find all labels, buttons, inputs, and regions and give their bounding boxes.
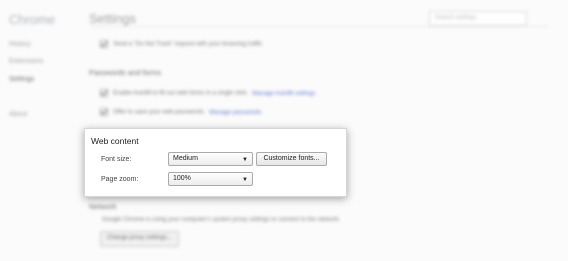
dnt-checkbox-row[interactable]: Send a "Do Not Track" request with your … bbox=[100, 40, 262, 48]
passwords-heading: Passwords and forms bbox=[89, 68, 162, 77]
app-title: Chrome bbox=[9, 12, 56, 27]
sidebar-item-settings[interactable]: Settings bbox=[9, 76, 34, 83]
autofill-checkbox-row[interactable]: Enable Autofill to fill out web forms in… bbox=[100, 89, 315, 97]
network-description: Google Chrome is using your computer's s… bbox=[102, 217, 341, 223]
page-zoom-label: Page zoom: bbox=[101, 176, 139, 183]
save-passwords-checkbox-row[interactable]: Offer to save your web passwords. Manage … bbox=[100, 108, 261, 116]
web-content-heading: Web content bbox=[91, 136, 139, 146]
page-title: Settings bbox=[89, 11, 136, 26]
checkbox-checked-icon[interactable] bbox=[100, 89, 108, 97]
checkbox-checked-icon[interactable] bbox=[100, 108, 108, 116]
save-passwords-label: Offer to save your web passwords. bbox=[113, 109, 206, 116]
chevron-down-icon: ▼ bbox=[242, 157, 248, 163]
web-content-panel: Web content Font size: Medium ▼ Customiz… bbox=[84, 128, 347, 197]
customize-fonts-button[interactable]: Customize fonts... bbox=[256, 152, 327, 166]
header-divider bbox=[89, 26, 549, 27]
search-input[interactable]: Search settings bbox=[429, 11, 527, 26]
chevron-down-icon: ▼ bbox=[242, 177, 248, 183]
sidebar-item-history[interactable]: History bbox=[9, 41, 31, 48]
change-proxy-button[interactable]: Change proxy settings... bbox=[100, 231, 179, 247]
manage-passwords-link[interactable]: Manage passwords bbox=[209, 110, 261, 116]
sidebar-item-extensions[interactable]: Extensions bbox=[9, 58, 43, 65]
sidebar-item-about[interactable]: About bbox=[9, 111, 27, 118]
dnt-label: Send a "Do Not Track" request with your … bbox=[113, 41, 263, 48]
font-size-select[interactable]: Medium ▼ bbox=[168, 152, 253, 166]
page-zoom-value: 100% bbox=[173, 175, 191, 182]
page-zoom-select[interactable]: 100% ▼ bbox=[168, 172, 253, 186]
network-heading: Network bbox=[89, 202, 117, 211]
manage-autofill-link[interactable]: Manage Autofill settings bbox=[252, 91, 315, 97]
autofill-label: Enable Autofill to fill out web forms in… bbox=[113, 90, 249, 97]
checkbox-checked-icon[interactable] bbox=[100, 40, 108, 48]
font-size-value: Medium bbox=[173, 155, 198, 162]
font-size-label: Font size: bbox=[101, 156, 132, 163]
